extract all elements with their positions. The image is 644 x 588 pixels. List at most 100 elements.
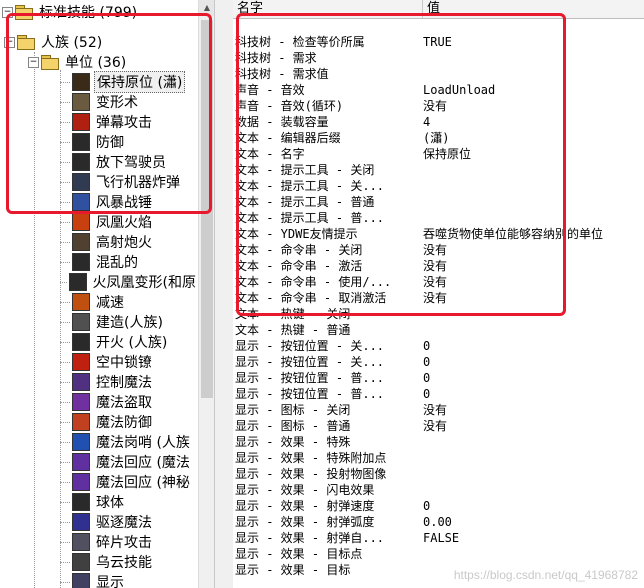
property-row[interactable]: 文本 - 提示工具 - 普通: [233, 194, 644, 210]
property-value[interactable]: TRUE: [423, 34, 644, 50]
tree-item[interactable]: 碎片攻击: [60, 532, 198, 552]
property-row[interactable]: 文本 - 提示工具 - 关闭: [233, 162, 644, 178]
collapse-icon[interactable]: −: [4, 36, 15, 48]
tree-item[interactable]: 减速: [60, 292, 198, 312]
property-value[interactable]: 0: [423, 370, 644, 386]
tree-root-node[interactable]: − 标准技能 (799): [2, 2, 214, 22]
panel-splitter[interactable]: [214, 0, 234, 588]
property-row[interactable]: 数据 - 装载容量 4: [233, 114, 644, 130]
property-row[interactable]: 显示 - 图标 - 普通 没有: [233, 418, 644, 434]
tree-item[interactable]: 火凤凰变形(和原: [60, 272, 198, 292]
folder-open-icon: [17, 35, 35, 50]
tree-item[interactable]: 变形术: [60, 92, 198, 112]
property-row[interactable]: 文本 - 热键 - 普通: [233, 322, 644, 338]
tree-item[interactable]: 魔法盗取: [60, 392, 198, 412]
property-list[interactable]: 名字 值 科技树 - 检查等价所属 TRUE 科技树 - 需求 科技树 - 需求值 声音…: [233, 0, 644, 588]
tree-item[interactable]: 保持原位 (瀟): [60, 71, 198, 93]
tree-guide-line: [60, 281, 67, 283]
property-row[interactable]: 科技树 - 需求: [233, 50, 644, 66]
tree-item[interactable]: 魔法回应 (魔法: [60, 452, 198, 472]
tree-item[interactable]: 魔法回应 (神秘: [60, 472, 198, 492]
tree-item-label: 魔法回应 (神秘: [96, 475, 190, 491]
property-value[interactable]: 没有: [423, 290, 644, 306]
property-row[interactable]: 显示 - 效果 - 闪电效果: [233, 482, 644, 498]
property-name: 文本 - YDWE友情提示: [235, 227, 358, 241]
property-row[interactable]: 文本 - 命令串 - 取消激活 没有: [233, 290, 644, 306]
property-row[interactable]: 显示 - 图标 - 关闭 没有: [233, 402, 644, 418]
property-row[interactable]: 显示 - 效果 - 目标点: [233, 546, 644, 562]
tree-item[interactable]: 空中锁镣: [60, 352, 198, 372]
tree-item[interactable]: 高射炮火: [60, 232, 198, 252]
property-value[interactable]: (瀟): [423, 130, 644, 146]
collapse-icon[interactable]: −: [28, 56, 39, 68]
tree-item[interactable]: 放下驾驶员: [60, 152, 198, 172]
tree-item[interactable]: 弹幕攻击: [60, 112, 198, 132]
property-row[interactable]: 文本 - 提示工具 - 关...: [233, 178, 644, 194]
tree-node-race[interactable]: − 人族 (52): [4, 32, 214, 52]
tree-node-unit-folder[interactable]: − 单位 (36): [28, 52, 214, 72]
property-row[interactable]: 文本 - 编辑器后缀 (瀟): [233, 130, 644, 146]
property-row[interactable]: 文本 - 提示工具 - 普...: [233, 210, 644, 226]
watermark-text: https://blog.csdn.net/qq_41968782: [453, 568, 638, 582]
property-row[interactable]: 显示 - 效果 - 射弹速度 0: [233, 498, 644, 514]
property-row[interactable]: 科技树 - 检查等价所属 TRUE: [233, 34, 644, 50]
property-value[interactable]: FALSE: [423, 530, 644, 546]
property-value[interactable]: 没有: [423, 258, 644, 274]
property-row[interactable]: 科技树 - 需求值: [233, 66, 644, 82]
column-header-name[interactable]: 名字: [233, 0, 423, 18]
tree-item[interactable]: 魔法防御: [60, 412, 198, 432]
property-value[interactable]: 0: [423, 338, 644, 354]
property-value[interactable]: 没有: [423, 418, 644, 434]
property-value[interactable]: 没有: [423, 274, 644, 290]
property-value[interactable]: 0: [423, 354, 644, 370]
tree-item[interactable]: 乌云技能: [60, 552, 198, 572]
skill-tree-panel[interactable]: − 标准技能 (799) − 人族 (52) − 单位 (36) 保持原位 (瀟…: [0, 0, 214, 588]
property-row[interactable]: 显示 - 按钮位置 - 关... 0: [233, 354, 644, 370]
property-value[interactable]: 吞噬货物使单位能够容纳别的单位: [423, 226, 644, 242]
property-value[interactable]: 4: [423, 114, 644, 130]
tree-item[interactable]: 驱逐魔法: [60, 512, 198, 532]
property-value[interactable]: 没有: [423, 98, 644, 114]
property-value[interactable]: 0: [423, 498, 644, 514]
property-row[interactable]: 显示 - 效果 - 射弹自... FALSE: [233, 530, 644, 546]
tree-item[interactable]: 凤凰火焰: [60, 212, 198, 232]
scrollbar-thumb[interactable]: [201, 20, 213, 398]
property-row[interactable]: 显示 - 按钮位置 - 关... 0: [233, 338, 644, 354]
tree-item[interactable]: 魔法岗哨 (人族: [60, 432, 198, 452]
tree-item[interactable]: 飞行机器炸弹: [60, 172, 198, 192]
property-row[interactable]: 显示 - 效果 - 特殊: [233, 434, 644, 450]
tree-item[interactable]: 显示: [60, 572, 198, 588]
tree-scrollbar[interactable]: ▲: [198, 0, 214, 588]
property-row[interactable]: 显示 - 按钮位置 - 普... 0: [233, 370, 644, 386]
tree-item-label: 魔法盗取: [96, 395, 152, 411]
tree-item[interactable]: 风暴战锤: [60, 192, 198, 212]
property-row[interactable]: 文本 - 命令串 - 关闭 没有: [233, 242, 644, 258]
property-row[interactable]: 显示 - 效果 - 特殊附加点: [233, 450, 644, 466]
property-value[interactable]: LoadUnload: [423, 82, 644, 98]
collapse-icon[interactable]: −: [2, 6, 13, 18]
property-row[interactable]: 显示 - 效果 - 射弹弧度 0.00: [233, 514, 644, 530]
property-row[interactable]: 显示 - 按钮位置 - 普... 0: [233, 386, 644, 402]
property-row[interactable]: 文本 - YDWE友情提示 吞噬货物使单位能够容纳别的单位: [233, 226, 644, 242]
tree-item[interactable]: 球体: [60, 492, 198, 512]
tree-item[interactable]: 开火 (人族): [60, 332, 198, 352]
tree-item[interactable]: 混乱的: [60, 252, 198, 272]
scroll-up-arrow-icon[interactable]: ▲: [199, 0, 214, 16]
property-value[interactable]: 保持原位: [423, 146, 644, 162]
property-row[interactable]: 显示 - 效果 - 投射物图像: [233, 466, 644, 482]
property-value[interactable]: 没有: [423, 242, 644, 258]
property-value[interactable]: 0.00: [423, 514, 644, 530]
column-header-value[interactable]: 值: [423, 0, 644, 18]
tree-item[interactable]: 防御: [60, 132, 198, 152]
property-row[interactable]: 文本 - 名字 保持原位: [233, 146, 644, 162]
tree-item[interactable]: 控制魔法: [60, 372, 198, 392]
property-row[interactable]: 文本 - 热键 - 关闭: [233, 306, 644, 322]
property-value[interactable]: 0: [423, 386, 644, 402]
property-row[interactable]: 声音 - 音效(循环) 没有: [233, 98, 644, 114]
property-row[interactable]: 文本 - 命令串 - 使用/... 没有: [233, 274, 644, 290]
tree-item[interactable]: 建造(人族): [60, 312, 198, 332]
property-value[interactable]: 没有: [423, 402, 644, 418]
property-row[interactable]: 声音 - 音效 LoadUnload: [233, 82, 644, 98]
property-name: 显示 - 效果 - 射弹自...: [235, 531, 385, 545]
property-row[interactable]: 文本 - 命令串 - 激活 没有: [233, 258, 644, 274]
